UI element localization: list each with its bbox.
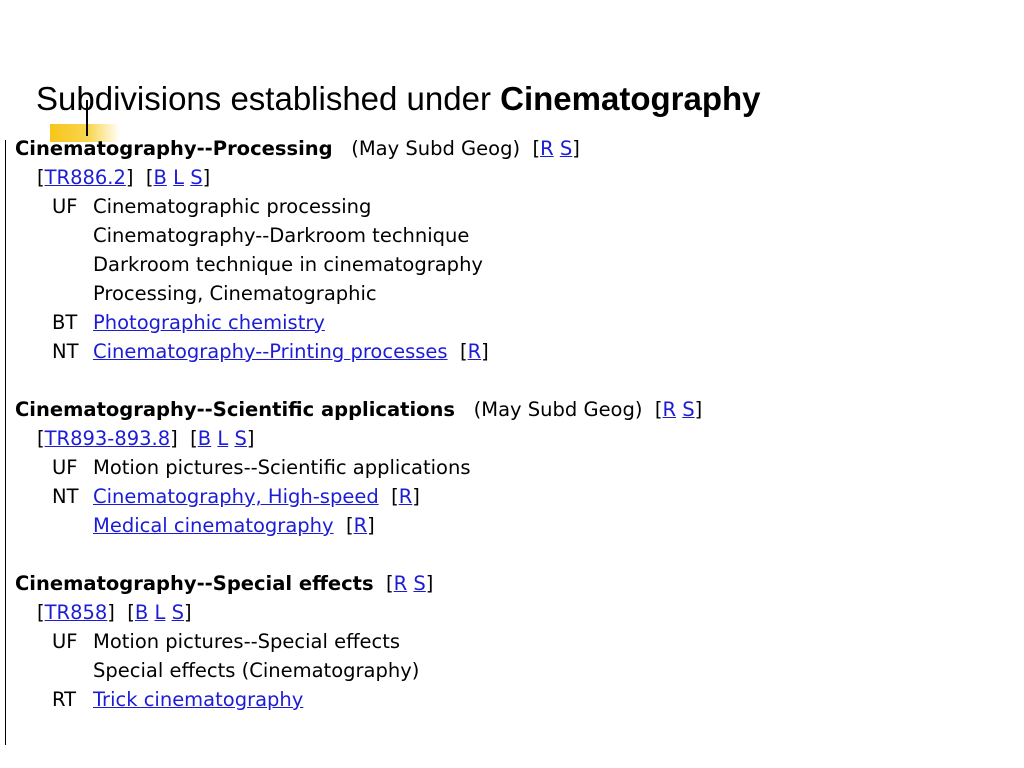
- nt-ref-link-r[interactable]: R: [468, 340, 482, 363]
- ref-link-s[interactable]: S: [560, 137, 572, 160]
- nt-ref-link-r[interactable]: R: [354, 514, 368, 537]
- uf-term: Special effects (Cinematography): [93, 659, 420, 682]
- uf-term: Darkroom technique in cinematography: [93, 253, 483, 276]
- ref-link-r[interactable]: R: [540, 137, 554, 160]
- uf-term: Processing, Cinematographic: [93, 282, 377, 305]
- class-link-s[interactable]: S: [234, 427, 246, 450]
- uf-line: UF Cinematographic processing: [15, 192, 1005, 221]
- ref-link-s[interactable]: S: [682, 398, 694, 421]
- left-rule: [5, 140, 6, 745]
- rt-label: RT: [52, 688, 77, 711]
- bt-link[interactable]: Photographic chemistry: [93, 311, 325, 334]
- entry-heading: Cinematography--Processing: [15, 137, 333, 160]
- uf-label: UF: [52, 630, 78, 653]
- nt-label: NT: [52, 340, 79, 363]
- nt-line: NT Cinematography--Printing processes [R]: [15, 337, 1005, 366]
- entry-heading-line: Cinematography--Scientific applications …: [15, 398, 703, 421]
- class-link-b[interactable]: B: [135, 601, 148, 624]
- nt-link[interactable]: Medical cinematography: [93, 514, 334, 537]
- bt-label: BT: [52, 311, 78, 334]
- rt-link[interactable]: Trick cinematography: [93, 688, 303, 711]
- nt-line: NT Cinematography, High-speed [R]: [15, 482, 1005, 511]
- title-prefix: Subdivisions established under: [36, 80, 501, 117]
- uf-line: UF Motion pictures--Special effects: [15, 627, 1005, 656]
- uf-line: Special effects (Cinematography): [15, 656, 1005, 685]
- entry-heading-line: Cinematography--Special effects [R S]: [15, 572, 434, 595]
- class-link-s[interactable]: S: [190, 166, 202, 189]
- nt-link[interactable]: Cinematography, High-speed: [93, 485, 379, 508]
- class-link-l[interactable]: L: [173, 166, 184, 189]
- ref-link-r[interactable]: R: [394, 572, 408, 595]
- uf-term: Cinematographic processing: [93, 195, 372, 218]
- bt-line: BT Photographic chemistry: [15, 308, 1005, 337]
- nt-ref-link-r[interactable]: R: [399, 485, 413, 508]
- uf-line: Darkroom technique in cinematography: [15, 250, 1005, 279]
- uf-label: UF: [52, 456, 78, 479]
- classification-link[interactable]: TR893-893.8: [45, 427, 171, 450]
- entry-heading: Cinematography--Scientific applications: [15, 398, 456, 421]
- classification-line: [TR893-893.8] [B L S]: [37, 427, 255, 450]
- uf-line: Processing, Cinematographic: [15, 279, 1005, 308]
- classification-line: [TR858] [B L S]: [37, 601, 192, 624]
- slide-title: Subdivisions established under Cinematog…: [36, 78, 761, 120]
- classification-link[interactable]: TR886.2: [45, 166, 126, 189]
- entry-separator: [15, 540, 1005, 569]
- authority-records: Cinematography--Processing (May Subd Geo…: [15, 134, 1005, 714]
- title-bold: Cinematography: [500, 80, 761, 117]
- nt-link[interactable]: Cinematography--Printing processes: [93, 340, 448, 363]
- nt-label: NT: [52, 485, 79, 508]
- uf-line: Cinematography--Darkroom technique: [15, 221, 1005, 250]
- entry-note: (May Subd Geog): [473, 398, 643, 421]
- class-link-l[interactable]: L: [155, 601, 166, 624]
- uf-line: UF Motion pictures--Scientific applicatio…: [15, 453, 1005, 482]
- entry-heading-line: Cinematography--Processing (May Subd Geo…: [15, 137, 580, 160]
- entry-note: (May Subd Geog): [351, 137, 521, 160]
- uf-label: UF: [52, 195, 78, 218]
- uf-term: Motion pictures--Scientific applications: [93, 456, 471, 479]
- uf-term: Motion pictures--Special effects: [93, 630, 401, 653]
- class-link-l[interactable]: L: [217, 427, 228, 450]
- entry-heading: Cinematography--Special effects: [15, 572, 374, 595]
- nt-line: Medical cinematography [R]: [93, 514, 375, 537]
- ref-link-s[interactable]: S: [413, 572, 425, 595]
- class-link-b[interactable]: B: [154, 166, 167, 189]
- uf-term: Cinematography--Darkroom technique: [93, 224, 470, 247]
- class-link-s[interactable]: S: [172, 601, 184, 624]
- class-link-b[interactable]: B: [198, 427, 211, 450]
- classification-line: [TR886.2] [B L S]: [37, 166, 211, 189]
- rt-line: RT Trick cinematography: [15, 685, 1005, 714]
- classification-link[interactable]: TR858: [45, 601, 108, 624]
- ref-link-r[interactable]: R: [663, 398, 677, 421]
- entry-separator: [15, 366, 1005, 395]
